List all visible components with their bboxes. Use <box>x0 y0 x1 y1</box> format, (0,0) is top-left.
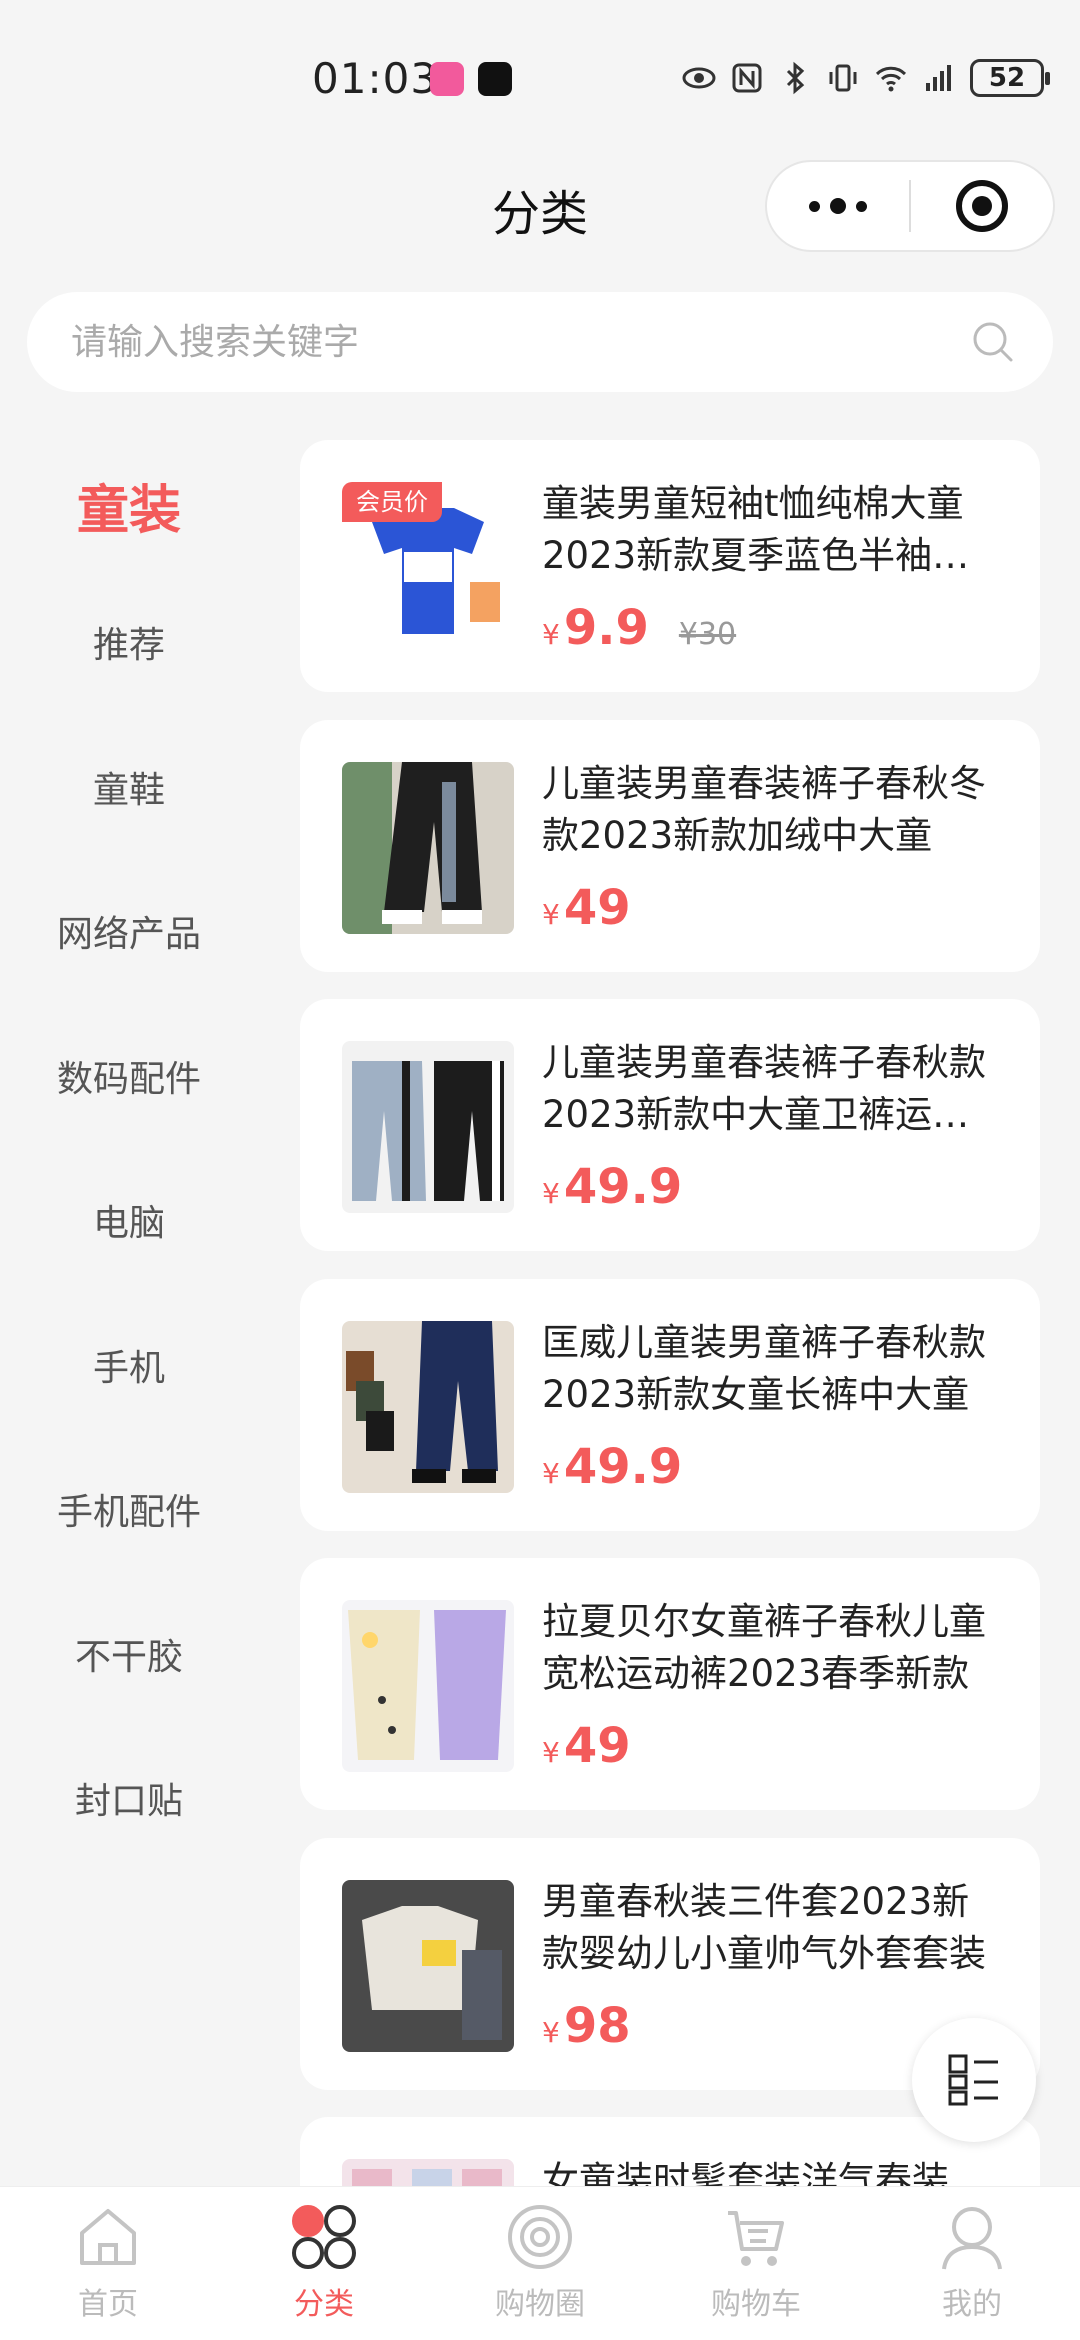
wifi-icon <box>875 66 907 92</box>
nav-home[interactable]: 首页 <box>0 2187 216 2340</box>
bluetooth-icon <box>786 61 805 95</box>
status-time: 01:03 <box>312 54 439 103</box>
product-image <box>342 761 514 934</box>
view-toggle-button[interactable] <box>912 2018 1036 2142</box>
status-icons: 52 <box>682 56 1050 100</box>
nav-category[interactable]: 分类 <box>216 2187 432 2340</box>
home-icon <box>80 2209 136 2265</box>
search-icon[interactable] <box>971 320 1015 364</box>
miniprogram-capsule <box>765 160 1055 252</box>
nav-cart[interactable]: 购物车 <box>648 2187 864 2340</box>
product-card[interactable]: 会员价 童装男童短袖t恤纯棉大童2023新款夏季蓝色半袖上衣 ¥ 9.9 ¥30 <box>300 440 1040 692</box>
sidebar-item-recommend[interactable]: 推荐 <box>0 570 258 715</box>
sidebar-item-stickers[interactable]: 不干胶 <box>0 1582 258 1727</box>
product-image <box>342 1600 514 1772</box>
price-value: 49 <box>563 879 631 936</box>
sidebar-item-kids-clothing[interactable]: 童装 <box>0 440 258 570</box>
bottom-nav: 首页 分类 购物圈 购物车 我的 <box>0 2186 1080 2340</box>
sidebar-item-kids-shoes[interactable]: 童鞋 <box>0 715 258 860</box>
product-price: ¥ 9.9 ¥30 <box>542 600 736 656</box>
currency-symbol: ¥ <box>542 618 560 651</box>
target-icon <box>955 180 1008 232</box>
product-image <box>342 1879 514 2052</box>
sidebar-item-digital-accessories[interactable]: 数码配件 <box>0 1004 258 1149</box>
product-name: 匡威儿童装男童裤子春秋款2023新款女童长裤中大童 <box>542 1320 986 1416</box>
product-price: ¥ 49 <box>542 1718 631 1774</box>
nav-home-label: 首页 <box>78 2287 138 2322</box>
eye-icon <box>682 67 716 89</box>
product-image <box>342 1320 514 1493</box>
more-dots-icon <box>809 198 867 214</box>
nav-profile-label: 我的 <box>942 2287 1002 2322</box>
product-price: ¥ 98 <box>542 1998 631 2054</box>
currency-symbol: ¥ <box>542 1177 560 1210</box>
product-name: 男童春秋装三件套2023新款婴幼儿小童帅气外套套装 <box>542 1879 986 1975</box>
list-view-icon <box>948 2054 998 2106</box>
close-button[interactable] <box>911 162 1053 250</box>
currency-symbol: ¥ <box>542 1736 560 1769</box>
more-button[interactable] <box>767 162 909 250</box>
app-notification-icon <box>430 62 464 96</box>
vibrate-icon <box>829 64 857 92</box>
product-card[interactable]: 儿童装男童春装裤子春秋款2023新款中大童卫裤运动裤 ¥ 49.9 <box>300 999 1040 1251</box>
product-image <box>342 1041 514 1213</box>
search-bar <box>27 292 1053 392</box>
user-icon <box>942 2207 1002 2270</box>
circle-icon <box>508 2205 572 2269</box>
cart-icon <box>728 2211 784 2266</box>
currency-symbol: ¥ <box>542 897 560 931</box>
nav-shopping-circle-label: 购物圈 <box>495 2287 585 2322</box>
price-value: 98 <box>563 1997 631 2054</box>
price-value: 49.9 <box>563 1438 683 1495</box>
product-name: 儿童装男童春装裤子春秋冬款2023新款加绒中大童 <box>542 761 986 857</box>
product-name: 儿童装男童春装裤子春秋款2023新款中大童卫裤运动裤 <box>542 1041 986 1136</box>
price-value: 49 <box>563 1718 631 1774</box>
sidebar-item-phone[interactable]: 手机 <box>0 1293 258 1438</box>
product-card[interactable]: 拉夏贝尔女童裤子春秋儿童宽松运动裤2023春季新款 ¥ 49 <box>300 1558 1040 1810</box>
nav-category-label: 分类 <box>294 2287 354 2322</box>
product-name: 拉夏贝尔女童裤子春秋儿童宽松运动裤2023春季新款 <box>542 1600 986 1695</box>
nav-cart-label: 购物车 <box>711 2287 801 2322</box>
member-price-badge: 会员价 <box>342 482 442 522</box>
category-icon <box>292 2205 356 2269</box>
product-price: ¥ 49 <box>542 880 631 936</box>
original-price: ¥30 <box>678 617 737 652</box>
sidebar-item-network-products[interactable]: 网络产品 <box>0 859 258 1004</box>
product-name: 童装男童短袖t恤纯棉大童2023新款夏季蓝色半袖上衣 <box>542 482 970 577</box>
nav-profile[interactable]: 我的 <box>864 2187 1080 2340</box>
sidebar-item-seal-stickers[interactable]: 封口贴 <box>0 1726 258 1871</box>
battery-indicator: 52 <box>970 59 1050 97</box>
search-input[interactable] <box>71 292 951 392</box>
tiktok-notification-icon <box>478 62 512 96</box>
product-price: ¥ 49.9 <box>542 1439 682 1495</box>
nfc-icon <box>732 63 762 93</box>
sidebar-item-computer[interactable]: 电脑 <box>0 1148 258 1293</box>
signal-icon <box>926 65 951 91</box>
nav-shopping-circle[interactable]: 购物圈 <box>432 2187 648 2340</box>
status-bar: 01:03 52 <box>0 0 1080 160</box>
product-card[interactable]: 匡威儿童装男童裤子春秋款2023新款女童长裤中大童 ¥ 49.9 <box>300 1278 1040 1531</box>
currency-symbol: ¥ <box>542 1456 560 1490</box>
price-value: 9.9 <box>563 600 649 656</box>
price-value: 49.9 <box>563 1159 683 1215</box>
sidebar-item-phone-accessories[interactable]: 手机配件 <box>0 1437 258 1582</box>
currency-symbol: ¥ <box>542 2015 560 2049</box>
category-sidebar: 童装 推荐 童鞋 网络产品 数码配件 电脑 手机 手机配件 不干胶 封口贴 <box>0 440 258 1871</box>
title-bar: 分类 <box>0 160 1080 252</box>
product-price: ¥ 49.9 <box>542 1159 682 1215</box>
product-card[interactable]: 儿童装男童春装裤子春秋冬款2023新款加绒中大童 ¥ 49 <box>300 719 1040 972</box>
